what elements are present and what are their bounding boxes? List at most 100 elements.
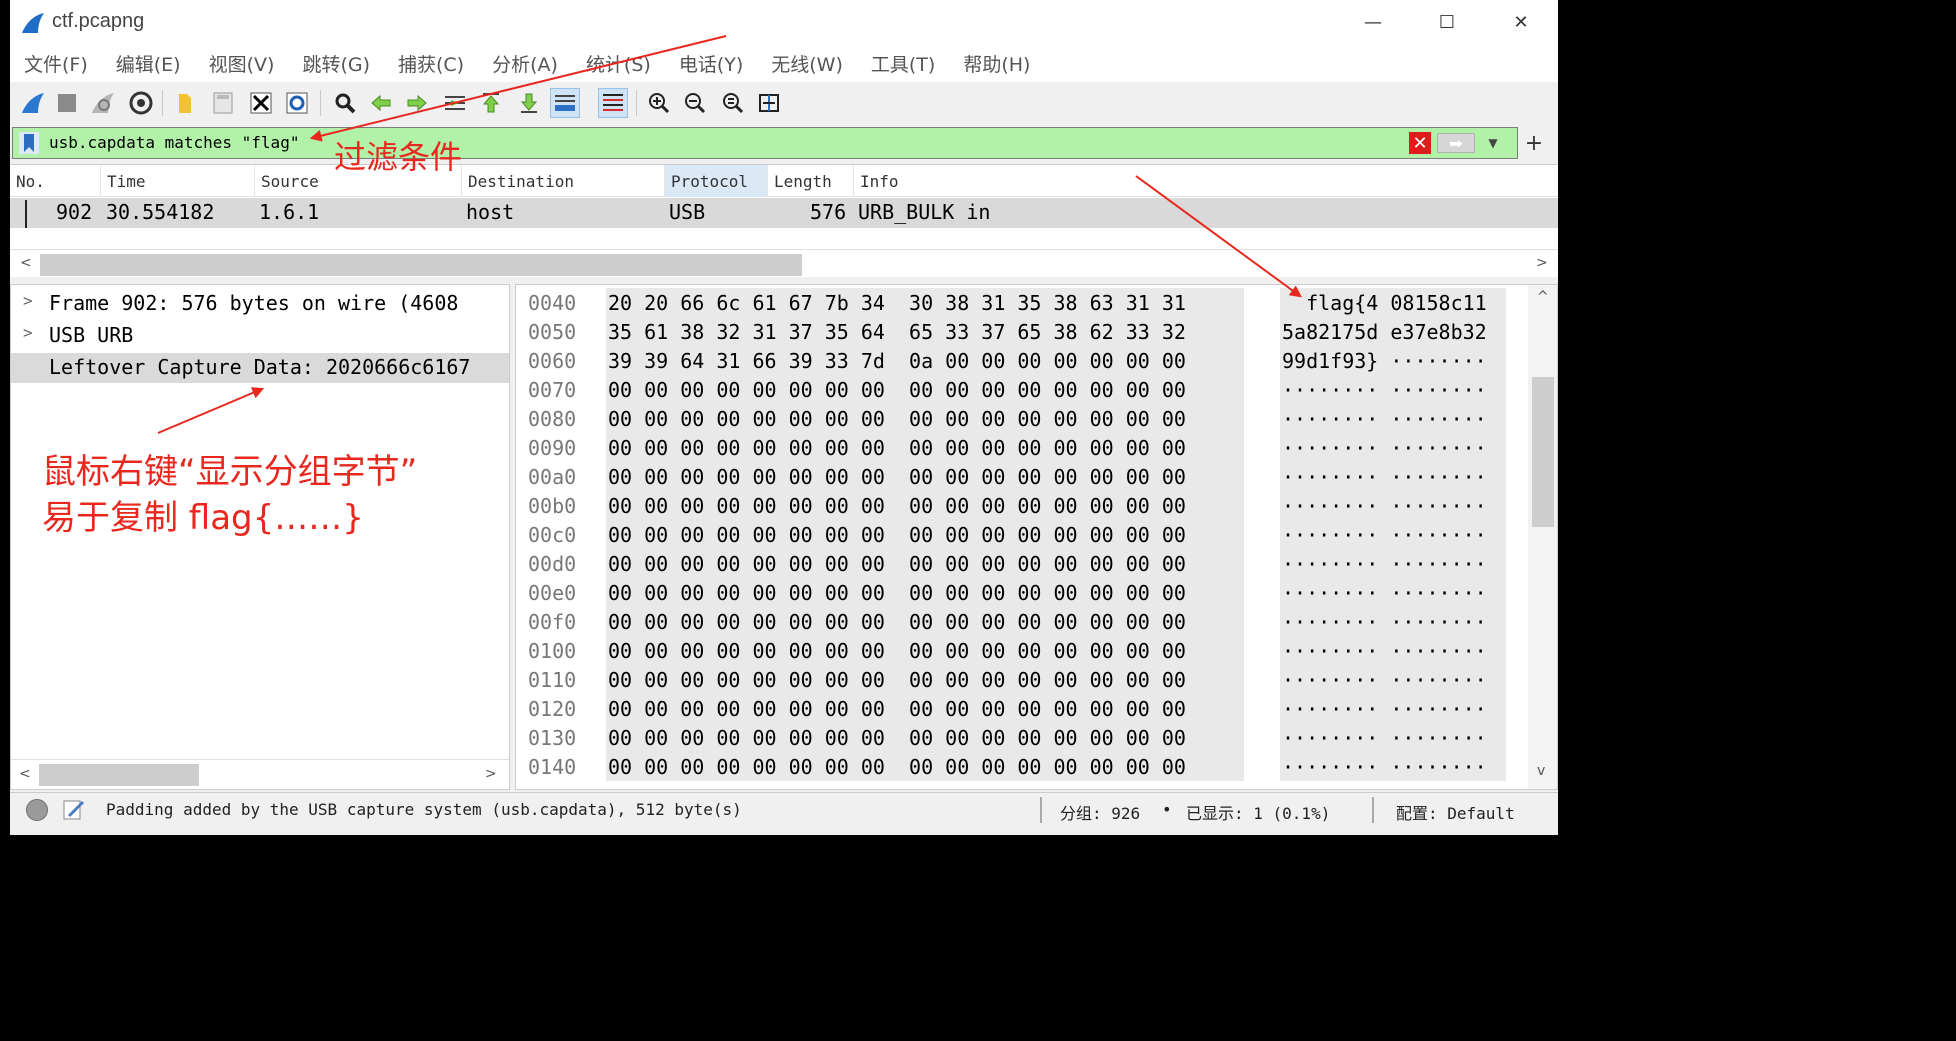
go-first-icon[interactable] bbox=[476, 88, 506, 118]
bytes-ascii[interactable]: flag{4 08158c11 bbox=[1280, 288, 1506, 317]
auto-scroll-icon[interactable] bbox=[550, 88, 580, 118]
bytes-row[interactable]: 00e0 00 00 00 00 00 00 00 00 00 00 00 00 … bbox=[516, 578, 1526, 607]
minimize-button[interactable]: — bbox=[1336, 0, 1410, 44]
bytes-ascii[interactable]: ········ ········ bbox=[1280, 375, 1506, 404]
filter-bookmark-icon[interactable] bbox=[19, 132, 39, 154]
bytes-ascii[interactable]: ········ ········ bbox=[1280, 723, 1506, 752]
close-button[interactable]: ✕ bbox=[1484, 0, 1558, 44]
column-time[interactable]: Time bbox=[100, 165, 254, 197]
tree-item-leftover-data[interactable]: Leftover Capture Data: 2020666c6167 bbox=[11, 353, 509, 383]
bytes-hex[interactable]: 00 00 00 00 00 00 00 00 00 00 00 00 00 0… bbox=[606, 636, 1244, 665]
bytes-hex[interactable]: 00 00 00 00 00 00 00 00 00 00 00 00 00 0… bbox=[606, 491, 1244, 520]
bytes-ascii[interactable]: ········ ········ bbox=[1280, 462, 1506, 491]
capture-options-gear-icon[interactable] bbox=[126, 88, 156, 118]
maximize-button[interactable]: ☐ bbox=[1410, 0, 1484, 44]
menu-go[interactable]: 跳转(G) bbox=[302, 50, 370, 77]
bytes-row[interactable]: 00c0 00 00 00 00 00 00 00 00 00 00 00 00 … bbox=[516, 520, 1526, 549]
menu-edit[interactable]: 编辑(E) bbox=[116, 50, 181, 77]
column-destination[interactable]: Destination bbox=[461, 165, 664, 197]
zoom-in-icon[interactable] bbox=[644, 88, 674, 118]
menu-tools[interactable]: 工具(T) bbox=[871, 50, 935, 77]
bytes-hex[interactable]: 00 00 00 00 00 00 00 00 00 00 00 00 00 0… bbox=[606, 694, 1244, 723]
bytes-row[interactable]: 0080 00 00 00 00 00 00 00 00 00 00 00 00 … bbox=[516, 404, 1526, 433]
bytes-ascii[interactable]: ········ ········ bbox=[1280, 491, 1506, 520]
shark-fin-start-icon[interactable] bbox=[18, 88, 48, 118]
tree-item-frame[interactable]: > Frame 902: 576 bytes on wire (4608 bbox=[11, 289, 509, 319]
scroll-left-arrow[interactable]: < bbox=[19, 766, 31, 782]
bytes-hex[interactable]: 00 00 00 00 00 00 00 00 00 00 00 00 00 0… bbox=[606, 520, 1244, 549]
bytes-ascii[interactable]: ········ ········ bbox=[1280, 433, 1506, 462]
bytes-row[interactable]: 00f0 00 00 00 00 00 00 00 00 00 00 00 00 … bbox=[516, 607, 1526, 636]
bytes-ascii[interactable]: ········ ········ bbox=[1280, 520, 1506, 549]
reload-icon[interactable] bbox=[282, 88, 312, 118]
bytes-row[interactable]: 0050 35 61 38 32 31 37 35 64 65 33 37 65 … bbox=[516, 317, 1526, 346]
open-folder-icon[interactable] bbox=[170, 88, 200, 118]
bytes-hex[interactable]: 00 00 00 00 00 00 00 00 00 00 00 00 00 0… bbox=[606, 752, 1244, 781]
profile-selector[interactable]: 配置: Default bbox=[1396, 800, 1515, 824]
bytes-hex[interactable]: 35 61 38 32 31 37 35 64 65 33 37 65 38 6… bbox=[606, 317, 1244, 346]
bytes-row[interactable]: 0140 00 00 00 00 00 00 00 00 00 00 00 00 … bbox=[516, 752, 1526, 781]
tree-item-usb-urb[interactable]: > USB URB bbox=[11, 321, 509, 351]
menu-analyze[interactable]: 分析(A) bbox=[492, 50, 558, 77]
bytes-hex[interactable]: 00 00 00 00 00 00 00 00 00 00 00 00 00 0… bbox=[606, 433, 1244, 462]
column-protocol[interactable]: Protocol bbox=[664, 165, 767, 197]
find-packet-icon[interactable] bbox=[330, 88, 360, 118]
bytes-row[interactable]: 00d0 00 00 00 00 00 00 00 00 00 00 00 00 … bbox=[516, 549, 1526, 578]
go-to-packet-icon[interactable] bbox=[440, 88, 470, 118]
menu-help[interactable]: 帮助(H) bbox=[963, 50, 1030, 77]
bytes-vscrollbar[interactable]: ^ v bbox=[1528, 285, 1557, 789]
clear-filter-button[interactable]: ✕ bbox=[1409, 132, 1431, 154]
scroll-thumb[interactable] bbox=[39, 764, 199, 786]
save-file-icon[interactable] bbox=[208, 88, 238, 118]
bytes-hex[interactable]: 39 39 64 31 66 39 33 7d 0a 00 00 00 00 0… bbox=[606, 346, 1244, 375]
bytes-hex[interactable]: 00 00 00 00 00 00 00 00 00 00 00 00 00 0… bbox=[606, 578, 1244, 607]
column-no[interactable]: No. bbox=[10, 165, 100, 197]
bytes-row[interactable]: 0040 20 20 66 6c 61 67 7b 34 30 38 31 35 … bbox=[516, 288, 1526, 317]
expand-arrow-icon[interactable]: > bbox=[23, 323, 33, 342]
menu-statistics[interactable]: 统计(S) bbox=[586, 50, 651, 77]
bytes-hex[interactable]: 00 00 00 00 00 00 00 00 00 00 00 00 00 0… bbox=[606, 375, 1244, 404]
add-filter-button[interactable]: + bbox=[1522, 128, 1546, 158]
bytes-ascii[interactable]: ········ ········ bbox=[1280, 404, 1506, 433]
bytes-ascii[interactable]: ········ ········ bbox=[1280, 578, 1506, 607]
bytes-ascii[interactable]: 5a82175d e37e8b32 bbox=[1280, 317, 1506, 346]
go-back-icon[interactable] bbox=[366, 88, 396, 118]
restart-fin-icon[interactable] bbox=[88, 88, 118, 118]
details-hscrollbar[interactable]: < > bbox=[11, 759, 509, 789]
bytes-row[interactable]: 0090 00 00 00 00 00 00 00 00 00 00 00 00 … bbox=[516, 433, 1526, 462]
scroll-right-arrow[interactable]: > bbox=[485, 766, 497, 782]
apply-filter-button[interactable]: ➡ bbox=[1437, 133, 1475, 153]
close-file-icon[interactable] bbox=[246, 88, 276, 118]
resize-columns-icon[interactable] bbox=[754, 88, 784, 118]
scroll-right-arrow[interactable]: > bbox=[1536, 255, 1548, 271]
expert-info-led-icon[interactable] bbox=[26, 799, 48, 821]
filter-history-dropdown[interactable]: ▼ bbox=[1481, 132, 1505, 154]
zoom-out-icon[interactable] bbox=[680, 88, 710, 118]
normal-size-icon[interactable] bbox=[718, 88, 748, 118]
go-last-icon[interactable] bbox=[514, 88, 544, 118]
column-length[interactable]: Length bbox=[767, 165, 853, 197]
bytes-row[interactable]: 0130 00 00 00 00 00 00 00 00 00 00 00 00 … bbox=[516, 723, 1526, 752]
menu-telephony[interactable]: 电话(Y) bbox=[679, 50, 743, 77]
menu-capture[interactable]: 捕获(C) bbox=[398, 50, 464, 77]
packet-row[interactable]: 902 30.554182 1.6.1 host USB 576 URB_BUL… bbox=[10, 198, 1558, 228]
bytes-hex[interactable]: 00 00 00 00 00 00 00 00 00 00 00 00 00 0… bbox=[606, 549, 1244, 578]
packet-list-hscrollbar[interactable]: < > bbox=[10, 249, 1558, 277]
bytes-ascii[interactable]: ········ ········ bbox=[1280, 549, 1506, 578]
menu-file[interactable]: 文件(F) bbox=[24, 50, 88, 77]
expand-arrow-icon[interactable]: > bbox=[23, 291, 33, 310]
bytes-row[interactable]: 00a0 00 00 00 00 00 00 00 00 00 00 00 00 … bbox=[516, 462, 1526, 491]
bytes-ascii[interactable]: ········ ········ bbox=[1280, 752, 1506, 781]
bytes-row[interactable]: 0100 00 00 00 00 00 00 00 00 00 00 00 00 … bbox=[516, 636, 1526, 665]
menu-view[interactable]: 视图(V) bbox=[209, 50, 275, 77]
bytes-hex[interactable]: 20 20 66 6c 61 67 7b 34 30 38 31 35 38 6… bbox=[606, 288, 1244, 317]
bytes-row[interactable]: 0120 00 00 00 00 00 00 00 00 00 00 00 00 … bbox=[516, 694, 1526, 723]
stop-square-icon[interactable] bbox=[52, 88, 82, 118]
bytes-row[interactable]: 00b0 00 00 00 00 00 00 00 00 00 00 00 00 … bbox=[516, 491, 1526, 520]
scroll-thumb[interactable] bbox=[40, 254, 802, 276]
bytes-ascii[interactable]: ········ ········ bbox=[1280, 665, 1506, 694]
display-filter-input[interactable]: usb.capdata matches "flag" bbox=[49, 133, 299, 152]
bytes-hex[interactable]: 00 00 00 00 00 00 00 00 00 00 00 00 00 0… bbox=[606, 462, 1244, 491]
colorize-icon[interactable] bbox=[598, 88, 628, 118]
capture-comment-icon[interactable] bbox=[62, 797, 86, 821]
